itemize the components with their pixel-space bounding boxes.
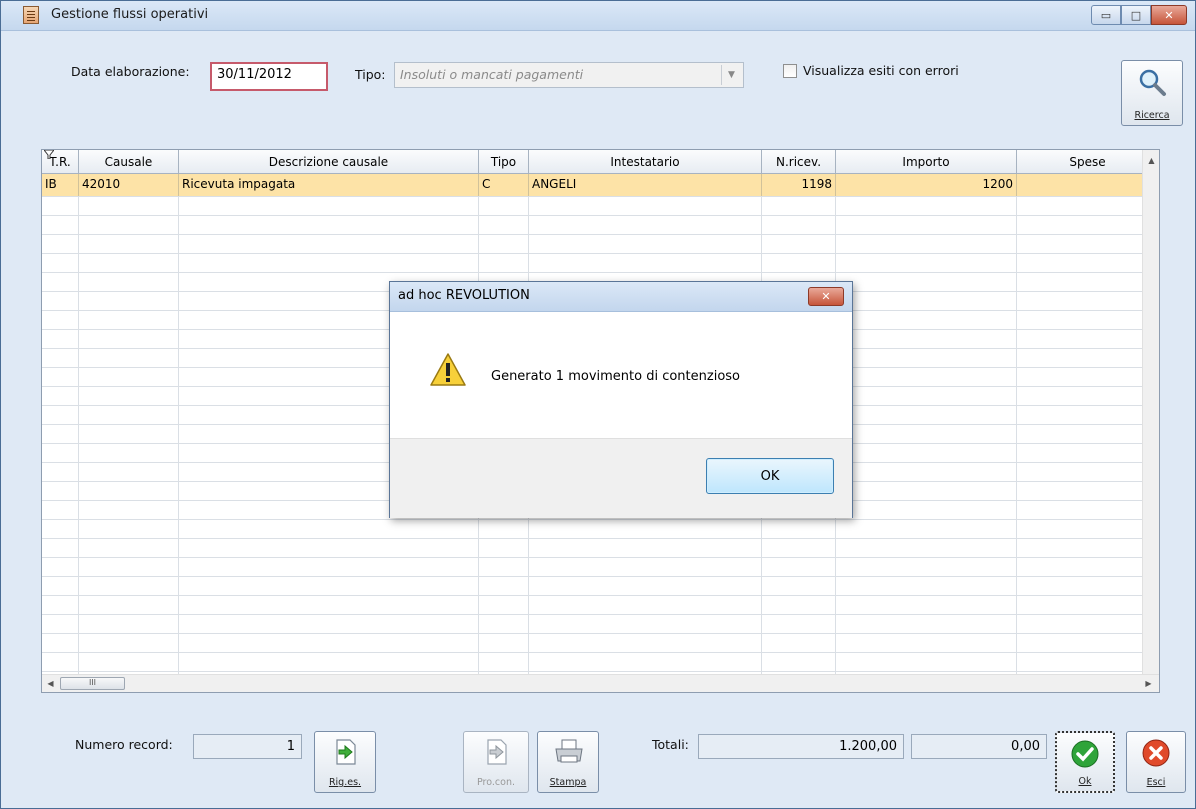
tipo-select[interactable]: Insoluti o mancati pagamenti ▼ <box>394 62 744 88</box>
grid-row-line <box>42 595 1159 596</box>
rig-es-button[interactable]: Rig.es. <box>314 731 376 793</box>
visualizza-errori-checkbox[interactable] <box>783 64 797 78</box>
pro-con-button[interactable]: Pro.con. <box>463 731 529 793</box>
grid-row-line <box>42 557 1159 558</box>
scroll-up-icon[interactable]: ▲ <box>1143 152 1159 169</box>
grid-row-line <box>42 576 1159 577</box>
dialog-title-bar: ad hoc REVOLUTION ✕ <box>390 282 852 312</box>
grid-row-line <box>42 671 1159 672</box>
horizontal-scrollbar[interactable]: ◀ III ▶ <box>42 674 1159 692</box>
printer-icon <box>555 739 583 763</box>
table-row[interactable]: IB 42010 Ricevuta impagata C ANGELI 1198… <box>42 174 1159 196</box>
grid-row-line <box>42 538 1159 539</box>
data-elaborazione-label: Data elaborazione: <box>71 64 190 79</box>
grid-row-line <box>42 652 1159 653</box>
close-button[interactable]: ✕ <box>1151 5 1187 25</box>
tipo-label: Tipo: <box>355 67 386 82</box>
grid-row-line <box>42 272 1159 273</box>
ok-button[interactable]: Ok <box>1055 731 1115 793</box>
chevron-down-icon[interactable]: ▼ <box>721 65 741 85</box>
tipo-select-value: Insoluti o mancati pagamenti <box>400 67 584 82</box>
dialog-message: Generato 1 movimento di contenzioso <box>491 369 740 384</box>
col-intestatario[interactable]: Intestatario <box>529 150 762 174</box>
col-spese[interactable]: Spese <box>1017 150 1159 174</box>
pro-con-label: Pro.con. <box>477 777 515 788</box>
checkmark-icon <box>1071 740 1099 768</box>
search-icon <box>1139 69 1166 96</box>
cell-importo: 1200 <box>836 174 1017 196</box>
message-dialog: ad hoc REVOLUTION ✕ Generato 1 movimento… <box>389 281 853 518</box>
cell-spese: 0 <box>1017 174 1159 196</box>
title-bar: Gestione flussi operativi ▭ □ ✕ <box>1 1 1195 31</box>
dialog-close-button[interactable]: ✕ <box>808 287 844 306</box>
app-icon <box>23 6 39 24</box>
cell-intestatario: ANGELI <box>529 174 762 196</box>
cell-tr: IB <box>42 174 79 196</box>
ricerca-button[interactable]: Ricerca <box>1121 60 1183 126</box>
import-document-icon <box>336 739 356 765</box>
scroll-left-icon[interactable]: ◀ <box>42 675 59 692</box>
main-window: Gestione flussi operativi ▭ □ ✕ Data ela… <box>0 0 1196 809</box>
window-title: Gestione flussi operativi <box>51 7 209 22</box>
grid-col-line <box>78 196 79 692</box>
grid-col-line <box>1016 196 1017 692</box>
data-elaborazione-field[interactable]: 30/11/2012 <box>210 62 328 91</box>
visualizza-errori-label: Visualizza esiti con errori <box>803 63 959 78</box>
grid-col-line <box>178 196 179 692</box>
cell-nricev: 1198 <box>762 174 836 196</box>
col-descrizione[interactable]: Descrizione causale <box>179 150 479 174</box>
cell-tipo: C <box>479 174 529 196</box>
esci-button[interactable]: Esci <box>1126 731 1186 793</box>
col-causale[interactable]: Causale <box>79 150 179 174</box>
col-tipo[interactable]: Tipo <box>479 150 529 174</box>
cell-descrizione: Ricevuta impagata <box>179 174 479 196</box>
ok-label: Ok <box>1078 776 1092 787</box>
esci-label: Esci <box>1146 777 1166 788</box>
col-nricev[interactable]: N.ricev. <box>762 150 836 174</box>
col-importo[interactable]: Importo <box>836 150 1017 174</box>
scroll-right-icon[interactable]: ▶ <box>1140 675 1157 692</box>
numero-record-label: Numero record: <box>75 737 173 752</box>
grid-row-line <box>42 196 1159 197</box>
stampa-button[interactable]: Stampa <box>537 731 599 793</box>
grid-row-line <box>42 519 1159 520</box>
totale-spese-field: 0,00 <box>911 734 1047 759</box>
maximize-button[interactable]: □ <box>1121 5 1151 25</box>
dialog-ok-button[interactable]: OK <box>706 458 834 494</box>
import-document-icon <box>487 739 507 765</box>
grid-row-line <box>42 253 1159 254</box>
dialog-body: Generato 1 movimento di contenzioso <box>390 312 852 438</box>
vertical-scrollbar[interactable]: ▲ ▼ <box>1142 150 1159 692</box>
numero-record-field: 1 <box>193 734 302 759</box>
rig-es-label: Rig.es. <box>328 777 362 788</box>
totale-importo-field: 1.200,00 <box>698 734 904 759</box>
grid-row-line <box>42 215 1159 216</box>
minimize-button[interactable]: ▭ <box>1091 5 1121 25</box>
cell-causale: 42010 <box>79 174 179 196</box>
filter-icon[interactable] <box>44 150 54 159</box>
ricerca-label: Ricerca <box>1134 110 1170 121</box>
grid-header: T.R. Causale Descrizione causale Tipo In… <box>42 150 1159 174</box>
grid-row-line <box>42 633 1159 634</box>
scroll-thumb[interactable]: III <box>60 677 125 690</box>
stampa-label: Stampa <box>549 777 587 788</box>
totali-label: Totali: <box>652 737 689 752</box>
grid-row-line <box>42 234 1159 235</box>
exit-icon <box>1142 739 1170 767</box>
grid-row-line <box>42 614 1159 615</box>
dialog-footer: OK <box>390 438 852 518</box>
warning-icon <box>430 353 466 386</box>
dialog-title: ad hoc REVOLUTION <box>398 288 530 303</box>
